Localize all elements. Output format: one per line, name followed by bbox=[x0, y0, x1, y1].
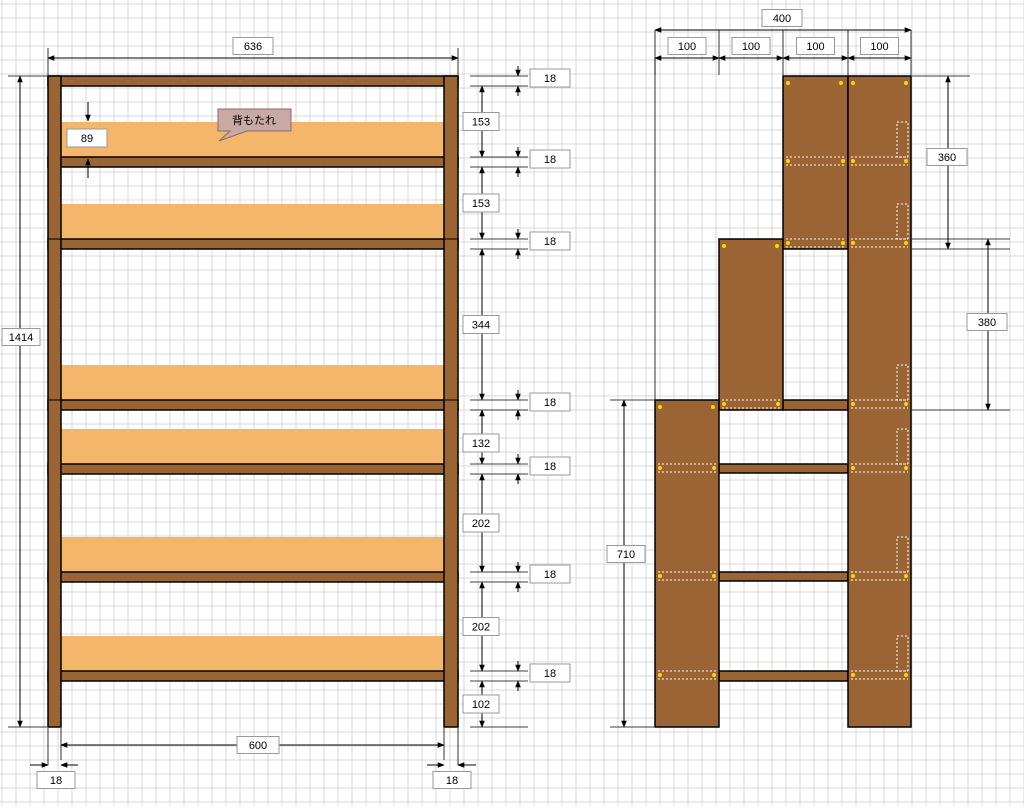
shelf-board bbox=[47, 238, 459, 250]
backrest-board bbox=[61, 204, 444, 239]
screw-mark bbox=[658, 466, 662, 470]
screw-mark bbox=[712, 466, 716, 470]
label-section: 100 bbox=[678, 41, 696, 53]
screw-mark bbox=[904, 241, 908, 245]
screw-mark bbox=[786, 241, 790, 245]
screw-mark bbox=[851, 466, 855, 470]
label-spacing: 344 bbox=[472, 320, 490, 332]
screw-mark bbox=[904, 402, 908, 406]
side-view bbox=[654, 75, 912, 728]
backrest-board bbox=[61, 537, 444, 572]
side-shelf-board bbox=[718, 463, 849, 474]
screw-mark bbox=[851, 673, 855, 677]
screw-mark bbox=[722, 402, 726, 406]
backrest-board bbox=[61, 636, 444, 671]
left-post bbox=[47, 75, 62, 728]
shelf-board bbox=[47, 156, 459, 168]
label-spacing: 202 bbox=[472, 622, 490, 634]
screw-mark bbox=[841, 241, 845, 245]
label-spacing: 202 bbox=[472, 518, 490, 530]
label-section: 100 bbox=[870, 41, 888, 53]
label-inner-width: 600 bbox=[249, 740, 267, 752]
right-post bbox=[443, 75, 459, 728]
label-section: 100 bbox=[806, 41, 824, 53]
side-panel bbox=[782, 75, 849, 250]
label-spacing: 153 bbox=[472, 117, 490, 129]
screw-mark bbox=[904, 466, 908, 470]
screw-mark bbox=[722, 244, 726, 248]
label-post-right: 18 bbox=[446, 775, 458, 787]
label-height-bottom: 710 bbox=[617, 549, 635, 561]
label-height-mid: 380 bbox=[978, 317, 996, 329]
screw-mark bbox=[658, 405, 662, 409]
screw-mark bbox=[776, 402, 780, 406]
callout-label: 背もたれ bbox=[232, 113, 276, 127]
label-spacing: 153 bbox=[472, 198, 490, 210]
screw-mark bbox=[775, 244, 779, 248]
screw-mark bbox=[904, 574, 908, 578]
side-panel bbox=[654, 399, 720, 728]
side-shelf-board bbox=[782, 399, 849, 411]
label-overall-height: 1414 bbox=[9, 332, 33, 344]
screw-mark bbox=[904, 673, 908, 677]
screw-mark bbox=[658, 673, 662, 677]
side-shelf-board bbox=[718, 670, 849, 682]
screw-mark bbox=[786, 159, 790, 163]
label-overall-width: 636 bbox=[244, 41, 262, 53]
label-board-thickness: 18 bbox=[544, 461, 556, 473]
label-post-left: 18 bbox=[50, 775, 62, 787]
label-board-thickness: 18 bbox=[544, 73, 556, 85]
drawing-canvas: 636 1414 600 18 18 89 背もたれ 18 18 18 18 18 18 18 153 153… bbox=[0, 0, 1024, 806]
shelf-board bbox=[47, 75, 459, 87]
label-board-thickness: 18 bbox=[544, 236, 556, 248]
side-panel bbox=[718, 238, 784, 411]
shelf-board bbox=[47, 399, 459, 411]
screw-mark bbox=[851, 159, 855, 163]
label-overall-depth: 400 bbox=[773, 13, 791, 25]
label-backrest-gap: 89 bbox=[81, 133, 93, 145]
front-view bbox=[47, 75, 459, 728]
label-height-top: 360 bbox=[938, 152, 956, 164]
screw-mark bbox=[851, 81, 855, 85]
label-board-thickness: 18 bbox=[544, 397, 556, 409]
screw-mark bbox=[851, 241, 855, 245]
shelf-board bbox=[47, 670, 459, 682]
screw-mark bbox=[904, 159, 908, 163]
label-board-thickness: 18 bbox=[544, 668, 556, 680]
label-board-thickness: 18 bbox=[544, 569, 556, 581]
screw-mark bbox=[851, 402, 855, 406]
screw-mark bbox=[712, 574, 716, 578]
label-board-thickness: 18 bbox=[544, 154, 556, 166]
shelf-board bbox=[47, 571, 459, 583]
label-section: 100 bbox=[742, 41, 760, 53]
backrest-board bbox=[61, 365, 444, 400]
screw-mark bbox=[712, 673, 716, 677]
backrest-board bbox=[61, 429, 444, 464]
shelf-drawing: 636 1414 600 18 18 89 背もたれ 18 18 18 18 18 18 18 153 153… bbox=[0, 0, 1024, 806]
label-spacing: 102 bbox=[472, 699, 490, 711]
side-shelf-board bbox=[718, 571, 849, 582]
side-panel bbox=[847, 75, 912, 728]
screw-mark bbox=[851, 574, 855, 578]
screw-mark bbox=[711, 405, 715, 409]
screw-mark bbox=[841, 159, 845, 163]
screw-mark bbox=[658, 574, 662, 578]
screw-mark bbox=[786, 81, 790, 85]
screw-mark bbox=[839, 81, 843, 85]
label-spacing: 132 bbox=[472, 438, 490, 450]
shelf-board bbox=[47, 463, 459, 475]
screw-mark bbox=[904, 81, 908, 85]
